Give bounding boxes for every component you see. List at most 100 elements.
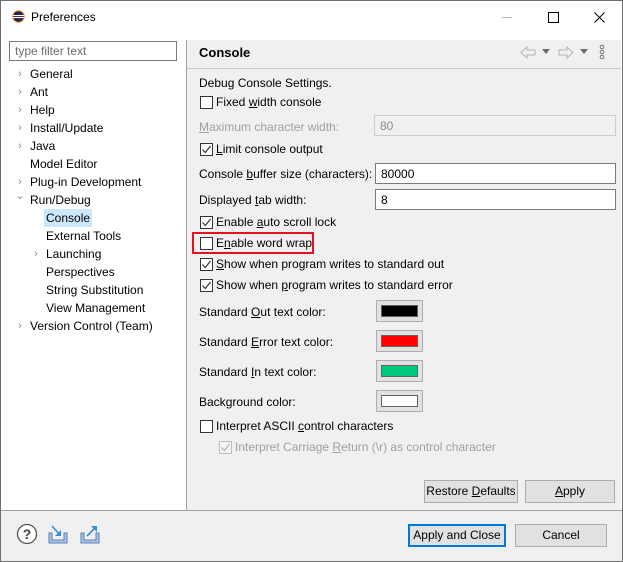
title-bar: Preferences xyxy=(1,1,622,33)
show-stdout-checkbox-label: Show when program writes to standard out xyxy=(216,257,445,271)
stderr-color-swatch xyxy=(381,335,418,347)
minimize-button[interactable] xyxy=(484,1,530,33)
max-char-width-label: Maximum character width: xyxy=(199,120,340,134)
chevron-right-icon[interactable]: › xyxy=(14,137,26,155)
checkmark-icon xyxy=(202,260,211,269)
tree-item-console[interactable]: Console xyxy=(1,209,186,227)
background-color-button[interactable] xyxy=(376,390,423,412)
fixed-width-console-checkbox-label: Fixed width console xyxy=(216,95,322,109)
tree-item-java[interactable]: › Java xyxy=(1,137,186,155)
preferences-window: Preferences › General › Ant › Help › Install/Up… xyxy=(0,0,623,562)
dialog-footer: ? Apply and Close Cancel xyxy=(1,511,622,561)
debug-console-settings-label: Debug Console Settings. xyxy=(199,76,332,90)
tab-width-field[interactable] xyxy=(375,189,616,210)
interpret-carriage-return-checkbox-box xyxy=(219,441,232,454)
cancel-button[interactable]: Cancel xyxy=(515,524,607,547)
limit-console-output-checkbox-label: Limit console output xyxy=(216,142,323,156)
tree-item-label: Perspectives xyxy=(46,265,115,279)
limit-console-output-checkbox-box[interactable] xyxy=(200,143,213,156)
tree-item-perspectives[interactable]: Perspectives xyxy=(1,263,186,281)
stdout-color-label: Standard Out text color: xyxy=(199,305,326,319)
tree-item-plug-in-development[interactable]: › Plug-in Development xyxy=(1,173,186,191)
stderr-color-button[interactable] xyxy=(376,330,423,352)
tree-item-view-management[interactable]: View Management xyxy=(1,299,186,317)
eclipse-icon xyxy=(12,10,25,23)
tree-item-run-debug[interactable]: ⌄ Run/Debug xyxy=(1,190,186,209)
tree-item-external-tools[interactable]: External Tools xyxy=(1,227,186,245)
filter-input[interactable] xyxy=(9,41,177,61)
apply-button[interactable]: Apply xyxy=(525,480,615,503)
chevron-down-icon[interactable]: ⌄ xyxy=(14,187,26,205)
import-icon[interactable] xyxy=(47,523,69,545)
tree-item-label: Launching xyxy=(46,247,102,261)
minimize-icon xyxy=(502,17,512,18)
tree-item-launching[interactable]: › Launching xyxy=(1,245,186,263)
tree-item-label: External Tools xyxy=(46,229,122,243)
tree-item-label: Install/Update xyxy=(30,121,104,135)
page-header: Console xyxy=(187,40,621,68)
chevron-right-icon[interactable]: › xyxy=(14,65,26,83)
checkmark-icon xyxy=(202,218,211,227)
buffer-size-field[interactable] xyxy=(375,163,616,184)
tree-item-string-substitution[interactable]: String Substitution xyxy=(1,281,186,299)
show-stderr-checkbox-label: Show when program writes to standard err… xyxy=(216,278,453,292)
tree-item-label: General xyxy=(30,67,73,81)
chevron-right-icon[interactable]: › xyxy=(14,83,26,101)
maximize-icon xyxy=(547,11,559,23)
auto-scroll-lock-checkbox-box[interactable] xyxy=(200,216,213,229)
interpret-carriage-return-checkbox-label: Interpret Carriage Return (\r) as contro… xyxy=(235,440,496,454)
svg-text:?: ? xyxy=(23,526,32,542)
tree-item-label: String Substitution xyxy=(46,283,144,297)
stdout-color-button[interactable] xyxy=(376,300,423,322)
word-wrap-highlight-box xyxy=(192,232,314,254)
tree-item-label: Console xyxy=(44,209,93,227)
buffer-size-label: Console buffer size (characters): xyxy=(199,167,373,181)
tree-item-ant[interactable]: › Ant xyxy=(1,83,186,101)
tree-item-help[interactable]: › Help xyxy=(1,101,186,119)
tree-item-label: Run/Debug xyxy=(30,193,91,207)
back-arrow-icon[interactable] xyxy=(520,46,536,59)
stdin-color-button[interactable] xyxy=(376,360,423,382)
fixed-width-console-checkbox-box[interactable] xyxy=(200,96,213,109)
show-stderr-checkbox-box[interactable] xyxy=(200,279,213,292)
stdin-color-label: Standard In text color: xyxy=(199,365,317,379)
interpret-ascii-checkbox-box[interactable] xyxy=(200,420,213,433)
checkmark-icon xyxy=(202,145,211,154)
chevron-right-icon[interactable]: › xyxy=(14,317,26,335)
auto-scroll-lock-checkbox-label: Enable auto scroll lock xyxy=(216,215,337,229)
chevron-right-icon[interactable]: › xyxy=(30,245,42,263)
background-color-swatch xyxy=(381,395,418,407)
export-icon[interactable] xyxy=(79,523,101,545)
window-title: Preferences xyxy=(31,10,96,24)
tree-item-version-control-team[interactable]: › Version Control (Team) xyxy=(1,317,186,335)
maximize-button[interactable] xyxy=(530,1,576,33)
stderr-color-label: Standard Error text color: xyxy=(199,335,334,349)
forward-history-dropdown-icon[interactable] xyxy=(580,49,588,54)
tree-item-label: Version Control (Team) xyxy=(30,319,153,333)
tree-item-label: Help xyxy=(30,103,55,117)
tree-item-label: Java xyxy=(30,139,56,153)
forward-arrow-icon[interactable] xyxy=(558,46,574,59)
restore-defaults-button[interactable]: Restore Defaults xyxy=(424,480,518,503)
max-char-width-field xyxy=(374,115,616,136)
tree-item-general[interactable]: › General xyxy=(1,65,186,83)
chevron-right-icon[interactable]: › xyxy=(14,119,26,137)
tree-item-label: Ant xyxy=(30,85,49,99)
view-menu-icon[interactable] xyxy=(599,44,605,60)
stdin-color-swatch xyxy=(381,365,418,377)
tab-width-label: Displayed tab width: xyxy=(199,193,307,207)
close-icon xyxy=(593,11,605,23)
help-icon[interactable]: ? xyxy=(16,523,38,545)
tree-item-install-update[interactable]: › Install/Update xyxy=(1,119,186,137)
chevron-right-icon[interactable]: › xyxy=(14,101,26,119)
interpret-ascii-checkbox-label: Interpret ASCII control characters xyxy=(216,419,394,433)
tree-item-model-editor[interactable]: Model Editor xyxy=(1,155,186,173)
tree-item-label: View Management xyxy=(46,301,146,315)
show-stdout-checkbox-box[interactable] xyxy=(200,258,213,271)
apply-and-close-button[interactable]: Apply and Close xyxy=(408,524,506,547)
close-button[interactable] xyxy=(576,1,622,33)
tree-item-label: Model Editor xyxy=(30,157,98,171)
page-title: Console xyxy=(199,45,251,60)
back-history-dropdown-icon[interactable] xyxy=(542,49,550,54)
background-color-label: Background color: xyxy=(199,395,296,409)
